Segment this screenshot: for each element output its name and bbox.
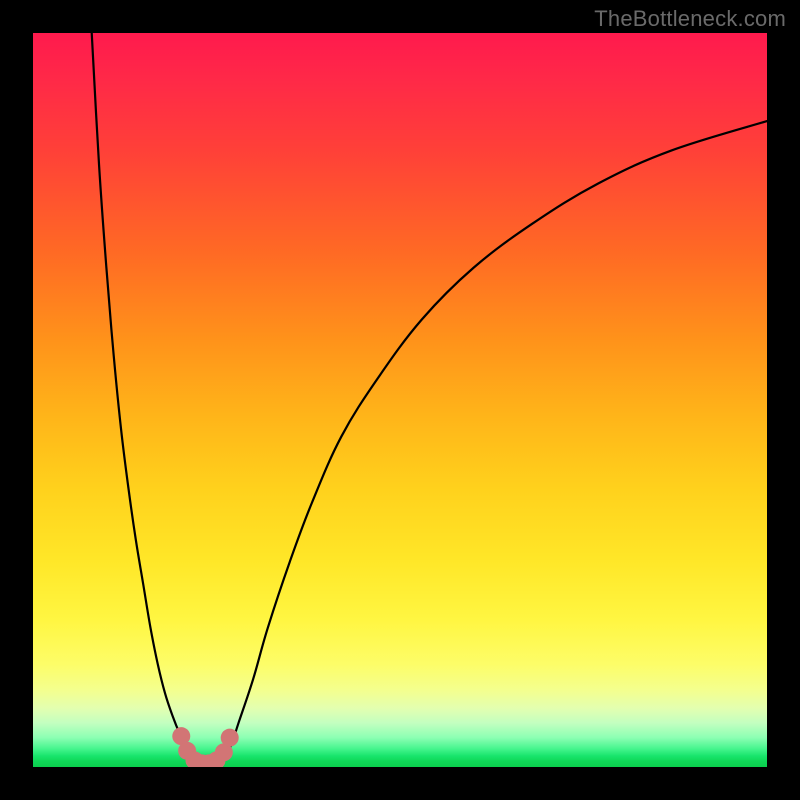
chart-frame: TheBottleneck.com [0, 0, 800, 800]
plot-area [33, 33, 767, 767]
watermark-text: TheBottleneck.com [594, 6, 786, 32]
dip-marker-group [172, 727, 238, 767]
curve-left-branch [92, 33, 195, 758]
dip-marker [221, 729, 239, 747]
curve-svg [33, 33, 767, 767]
curve-right-branch [224, 121, 767, 758]
